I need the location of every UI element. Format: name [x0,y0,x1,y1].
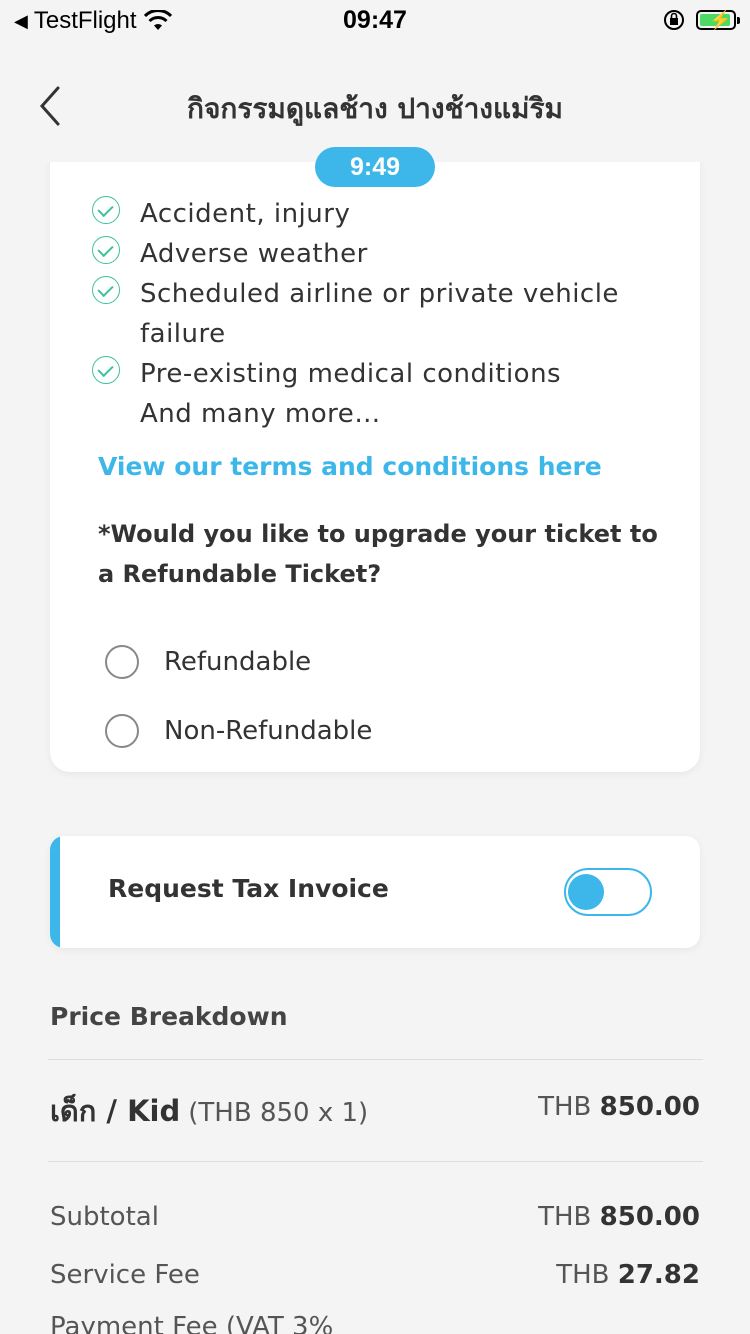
coverage-item-text: failure [140,319,226,349]
status-time: 09:47 [343,6,407,34]
price-breakdown-title: Price Breakdown [50,1002,288,1031]
battery-icon: ⚡ [696,10,740,30]
radio-button[interactable] [105,645,139,679]
countdown-timer: 9:49 [315,147,435,187]
amount-value: 850.00 [599,1202,700,1232]
nav-bar: กิจกรรมดูแลช้าง ปางช้างแม่ริม [0,42,750,162]
radio-option-non-refundable[interactable]: Non-Refundable [105,711,372,751]
service-fee-label: Service Fee [50,1260,200,1290]
check-circle-icon [92,236,120,264]
service-fee-amount: THB 27.82 [556,1260,700,1290]
refund-question: *Would you like to upgrade your ticket t… [98,520,658,588]
check-circle-icon [92,356,120,384]
refund-coverage-card: Accident, injury Adverse weather Schedul… [50,162,700,772]
toggle-knob [568,874,604,910]
main-content: Accident, injury Adverse weather Schedul… [0,162,750,1334]
accent-bar [50,836,60,948]
coverage-item-text: Adverse weather [140,239,368,269]
item-detail: (THB 850 x 1) [188,1098,369,1128]
subtotal-label: Subtotal [50,1202,159,1232]
coverage-item-text: Pre-existing medical conditions [140,359,562,389]
item-amount: THB 850.00 [538,1092,700,1122]
item-name-text: เด็ก / Kid [50,1094,181,1128]
orientation-lock-icon [664,10,684,30]
subtotal-amount: THB 850.00 [538,1202,700,1232]
radio-option-refundable[interactable]: Refundable [105,642,311,682]
payment-fee-row: Payment Fee (VAT 3% [50,1312,700,1334]
radio-button[interactable] [105,714,139,748]
status-right: ⚡ [662,8,740,32]
amount-value: 850.00 [599,1092,700,1122]
currency: THB [538,1092,592,1122]
price-item-name: เด็ก / Kid (THB 850 x 1) [50,1088,368,1134]
check-circle-icon [92,196,120,224]
service-fee-row: Service Fee THB 27.82 [50,1260,700,1300]
coverage-item-text: And many more… [140,399,381,429]
tax-invoice-label: Request Tax Invoice [108,874,389,903]
coverage-item-text: Scheduled airline or private vehicle [140,279,619,309]
tax-invoice-toggle[interactable] [564,868,652,916]
tax-invoice-card: Request Tax Invoice [50,836,700,948]
price-item-row: เด็ก / Kid (THB 850 x 1) THB 850.00 [50,1088,700,1132]
radio-label: Refundable [164,647,312,677]
coverage-item-text: Accident, injury [140,199,351,229]
check-circle-icon [92,276,120,304]
currency: THB [538,1202,592,1232]
payment-fee-label: Payment Fee (VAT 3% [50,1312,334,1334]
amount-value: 27.82 [617,1260,700,1290]
status-bar: ◀ TestFlight 09:47 ⚡ [0,0,750,42]
divider [48,1059,703,1060]
page-title: กิจกรรมดูแลช้าง ปางช้างแม่ริม [187,92,563,125]
divider [48,1161,703,1162]
radio-label: Non-Refundable [164,716,373,746]
currency: THB [556,1260,610,1290]
subtotal-row: Subtotal THB 850.00 [50,1202,700,1242]
terms-link[interactable]: View our terms and conditions here [98,452,602,481]
